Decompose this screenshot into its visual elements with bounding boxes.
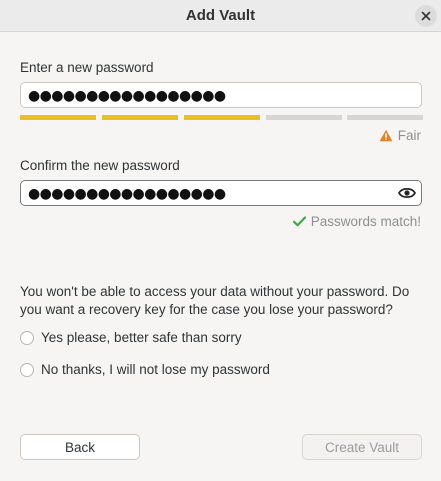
strength-segment xyxy=(266,115,342,120)
strength-segment xyxy=(184,115,260,120)
warning-icon xyxy=(379,129,393,142)
titlebar: Add Vault xyxy=(0,0,441,32)
close-button[interactable] xyxy=(415,5,437,27)
recovery-option-yes[interactable]: Yes please, better safe than sorry xyxy=(20,330,242,345)
confirm-password-field[interactable]: ●●●●●●●●●●●●●●●●● xyxy=(20,180,422,206)
new-password-label: Enter a new password xyxy=(20,60,154,75)
strength-segment xyxy=(347,115,423,120)
password-strength-meter xyxy=(20,115,423,120)
new-password-value: ●●●●●●●●●●●●●●●●● xyxy=(28,88,226,104)
password-match-text: Passwords match! xyxy=(310,214,421,229)
create-vault-button[interactable]: Create Vault xyxy=(302,434,422,460)
close-icon xyxy=(421,11,431,21)
confirm-password-label: Confirm the new password xyxy=(20,158,180,173)
password-match-status: Passwords match! xyxy=(292,214,421,229)
strength-segment xyxy=(20,115,96,120)
radio-button[interactable] xyxy=(20,330,34,345)
recovery-question: You won't be able to access your data wi… xyxy=(20,284,410,317)
recovery-option-yes-label: Yes please, better safe than sorry xyxy=(41,330,242,345)
confirm-password-value: ●●●●●●●●●●●●●●●●● xyxy=(28,186,226,202)
recovery-option-no[interactable]: No thanks, I will not lose my password xyxy=(20,362,270,377)
back-button[interactable]: Back xyxy=(20,434,140,460)
recovery-option-no-label: No thanks, I will not lose my password xyxy=(41,362,270,377)
checkmark-icon xyxy=(292,216,306,227)
new-password-field[interactable]: ●●●●●●●●●●●●●●●●● xyxy=(20,82,422,108)
strength-segment xyxy=(102,115,178,120)
radio-button[interactable] xyxy=(20,362,34,377)
window-title: Add Vault xyxy=(185,7,256,24)
strength-status: Fair xyxy=(379,128,421,143)
eye-icon[interactable] xyxy=(398,185,416,201)
strength-text: Fair xyxy=(397,128,421,143)
